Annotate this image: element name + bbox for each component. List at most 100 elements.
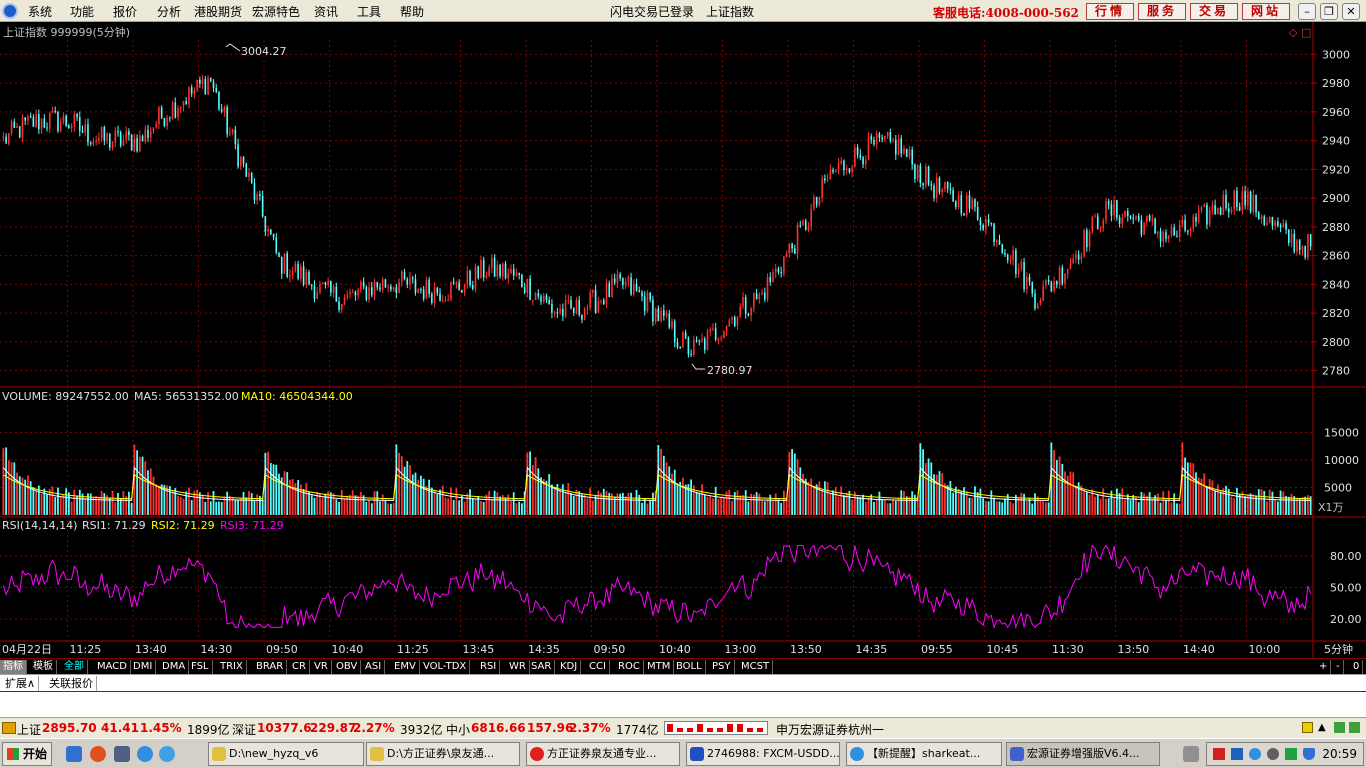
online-icon[interactable] xyxy=(1349,722,1360,733)
candle-body xyxy=(174,102,177,118)
candle-body xyxy=(1288,229,1290,243)
tab-service[interactable]: 服务 xyxy=(1138,3,1186,20)
diamond-icon[interactable]: ◇ xyxy=(1289,26,1298,39)
indicator-tab-fsl[interactable]: FSL xyxy=(188,660,213,674)
network-icon[interactable] xyxy=(1249,748,1261,760)
zoom-in-button[interactable]: + xyxy=(1316,660,1332,674)
taskbar-item-fangzheng[interactable]: 方正证券泉友通专业... xyxy=(526,742,680,766)
indicator-tab-dmi[interactable]: DMI xyxy=(130,660,157,674)
menu-quote[interactable]: 报价 xyxy=(113,3,137,20)
indicator-tab-macd[interactable]: MACD xyxy=(94,660,131,674)
candle-body xyxy=(824,178,826,181)
start-label: 开始 xyxy=(23,747,48,761)
candle-body xyxy=(502,263,504,277)
window-switch-icon[interactable] xyxy=(114,746,130,762)
start-button[interactable]: 开始 xyxy=(2,742,52,766)
restore-icon[interactable]: ❐ xyxy=(1320,3,1338,20)
candle-body xyxy=(1126,210,1129,217)
indicator-tab-brar[interactable]: BRAR xyxy=(253,660,288,674)
indicator-tab-cr[interactable]: CR xyxy=(289,660,310,674)
period-label[interactable]: 5分钟 xyxy=(1324,642,1353,656)
keyboard-icon[interactable] xyxy=(1183,746,1199,762)
menu-tools[interactable]: 工具 xyxy=(357,3,381,20)
browser-icon[interactable] xyxy=(90,746,106,762)
tab-all[interactable]: 全部 xyxy=(61,660,88,674)
indicator-tab-psy[interactable]: PSY xyxy=(709,660,735,674)
indicator-tab-trix[interactable]: TRIX xyxy=(217,660,247,674)
candle-body xyxy=(1257,212,1260,220)
tab-template[interactable]: 模板 xyxy=(30,660,57,674)
security-icon[interactable] xyxy=(1285,748,1297,760)
indicator-tab-obv[interactable]: OBV xyxy=(333,660,362,674)
market-breadth-bar xyxy=(664,721,768,735)
candle-body xyxy=(925,166,927,186)
indicator-tab-sar[interactable]: SAR xyxy=(528,660,556,674)
tab-trade[interactable]: 交易 xyxy=(1190,3,1238,20)
volume-bar xyxy=(1263,490,1266,515)
kline-chart[interactable]: 3000 2980 2960 2940 2920 2900 2880 2860 2840 2820… xyxy=(0,22,1366,658)
candle-body xyxy=(469,271,471,286)
candle-body xyxy=(371,287,373,296)
tab-extend[interactable]: 扩展∧ xyxy=(2,676,40,691)
menu-analysis[interactable]: 分析 xyxy=(157,3,181,20)
candle-body xyxy=(122,139,125,146)
taskbar-item-hongyuan[interactable]: 宏源证券增强版V6.4... xyxy=(1006,742,1160,766)
candle-body xyxy=(815,196,818,205)
menu-system[interactable]: 系统 xyxy=(28,3,52,20)
indicator-tab-kdj[interactable]: KDJ xyxy=(557,660,582,674)
minimize-icon[interactable]: – xyxy=(1298,3,1316,20)
indicator-tab-mtm[interactable]: MTM xyxy=(644,660,675,674)
chart-area[interactable]: 3000 2980 2960 2940 2920 2900 2880 2860 2840 2820… xyxy=(0,22,1366,658)
tab-market[interactable]: 行情 xyxy=(1086,3,1134,20)
media-icon[interactable] xyxy=(159,746,175,762)
ie-icon[interactable] xyxy=(137,746,153,762)
indicator-tab-asi[interactable]: ASI xyxy=(362,660,386,674)
app-logo-icon[interactable] xyxy=(2,3,18,19)
volume-icon[interactable] xyxy=(1267,748,1279,760)
indicator-tab-vr[interactable]: VR xyxy=(311,660,332,674)
indicator-tab-cci[interactable]: CCI xyxy=(586,660,610,674)
menu-help[interactable]: 帮助 xyxy=(400,3,424,20)
indicator-tab-boll[interactable]: BOLL xyxy=(673,660,706,674)
volume-bar xyxy=(95,496,98,515)
volume-bar xyxy=(1208,479,1211,515)
indicator-tab-emv[interactable]: EMV xyxy=(391,660,420,674)
volume-bar xyxy=(119,498,122,515)
flag-icon[interactable] xyxy=(1213,748,1225,760)
zoom-out-button[interactable]: - xyxy=(1333,660,1344,674)
window-icon[interactable]: □ xyxy=(1301,26,1311,39)
zoom-reset-button[interactable]: 0 xyxy=(1350,660,1364,674)
candle-body xyxy=(1211,205,1214,211)
volume-bar xyxy=(731,500,733,515)
tab-related-quote[interactable]: 关联报价 xyxy=(46,676,97,691)
taskbar-item-folder2[interactable]: D:\方正证券\泉友通... xyxy=(366,742,520,766)
market-icon[interactable] xyxy=(2,722,16,734)
candle-body xyxy=(976,207,979,220)
tab-website[interactable]: 网站 xyxy=(1242,3,1290,20)
candle-body xyxy=(1113,200,1115,216)
ime-icon[interactable] xyxy=(1231,748,1243,760)
menu-info[interactable]: 资讯 xyxy=(314,3,338,20)
indicator-tab-rsi[interactable]: RSI xyxy=(477,660,501,674)
notice-icon[interactable] xyxy=(1302,722,1313,733)
close-icon[interactable]: ✕ xyxy=(1342,3,1360,20)
desktop-icon[interactable] xyxy=(66,746,82,762)
shield-icon[interactable] xyxy=(1303,748,1315,760)
volume-bar xyxy=(1001,502,1004,515)
indicator-tab-vol-tdx[interactable]: VOL-TDX xyxy=(420,660,471,674)
menu-hongyuan[interactable]: 宏源特色 xyxy=(252,3,300,20)
tab-indicator[interactable]: 指标 xyxy=(0,660,27,674)
menu-hk-futures[interactable]: 港股期货 xyxy=(194,3,242,20)
candle-body xyxy=(605,283,608,304)
connect-icon[interactable] xyxy=(1334,722,1345,733)
indicator-tab-wr[interactable]: WR xyxy=(506,660,530,674)
candle-body xyxy=(109,133,111,148)
volume-bar xyxy=(158,486,160,515)
taskbar-item-browser[interactable]: 【新提醒】sharkeat... xyxy=(846,742,1002,766)
indicator-tab-roc[interactable]: ROC xyxy=(615,660,644,674)
indicator-tab-dma[interactable]: DMA xyxy=(159,660,190,674)
indicator-tab-mcst[interactable]: MCST xyxy=(738,660,774,674)
taskbar-item-fxcm[interactable]: 2746988: FXCM-USDD... xyxy=(686,742,840,766)
menu-function[interactable]: 功能 xyxy=(70,3,94,20)
taskbar-item-folder1[interactable]: D:\new_hyzq_v6 xyxy=(208,742,364,766)
